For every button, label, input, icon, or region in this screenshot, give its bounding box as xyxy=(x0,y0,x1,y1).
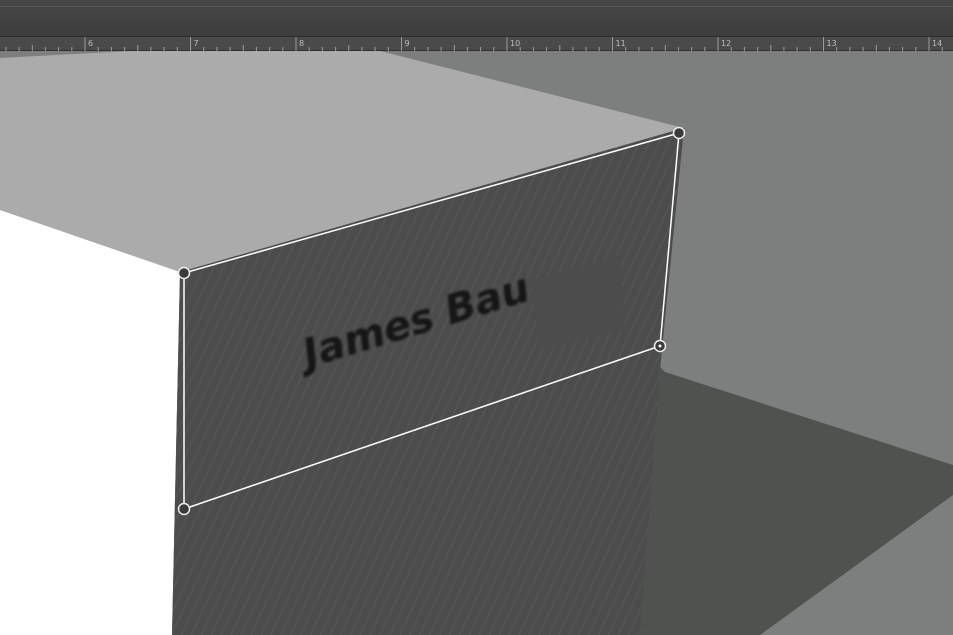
options-bar-divider xyxy=(0,6,953,7)
horizontal-ruler[interactable]: 6 7 8 9 10 11 12 13 14 xyxy=(0,37,953,51)
ruler-label: 8 xyxy=(299,39,304,48)
ruler-label: 10 xyxy=(510,39,520,48)
options-bar xyxy=(0,0,953,37)
ruler-label: 9 xyxy=(405,39,410,48)
ruler-ticks: 6 7 8 9 10 11 12 13 14 xyxy=(5,37,943,51)
ruler-label: 14 xyxy=(932,39,942,48)
bottom-left-handle[interactable] xyxy=(177,502,191,516)
right-mid-handle-dot xyxy=(658,344,662,348)
box-left-face xyxy=(0,210,180,635)
ruler-label: 6 xyxy=(88,39,93,48)
top-right-handle[interactable] xyxy=(672,126,686,140)
ruler-label: 7 xyxy=(194,39,199,48)
ruler-label: 13 xyxy=(827,39,837,48)
ruler-label: 11 xyxy=(616,39,626,48)
canvas-artwork: James Bau xyxy=(0,51,953,635)
document-canvas[interactable]: James Bau xyxy=(0,51,953,635)
photoshop-window: 6 7 8 9 10 11 12 13 14 James Bau xyxy=(0,0,953,635)
top-left-handle[interactable] xyxy=(177,266,191,280)
ruler-label: 12 xyxy=(721,39,731,48)
